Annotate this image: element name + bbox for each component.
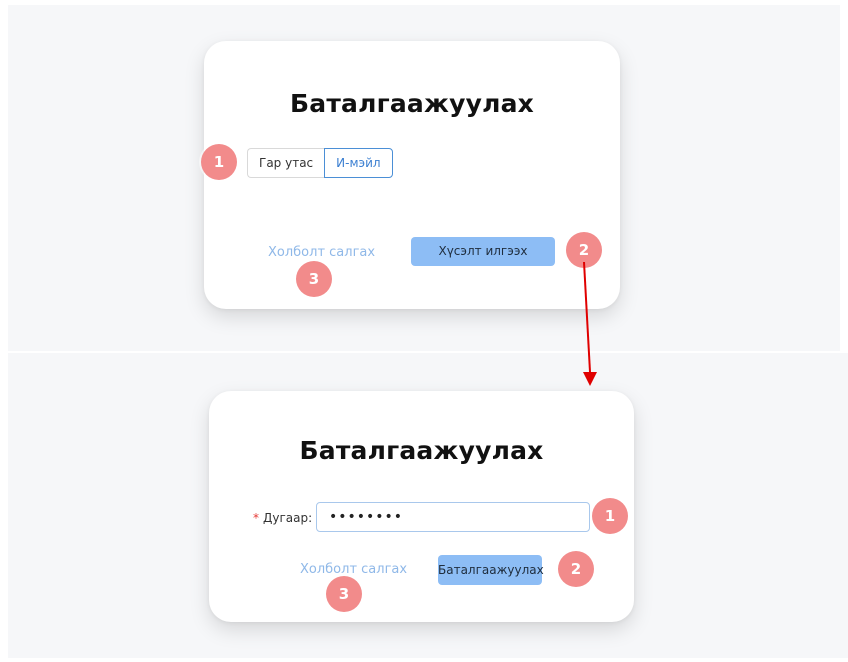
step2-badge-2: 2 [558,551,594,587]
flow-arrow-head [583,372,597,386]
number-label-text: Дугаар [263,511,309,525]
number-field-label: * Дугаар: [253,511,312,525]
flow-arrow-line [583,261,591,373]
label-colon: : [308,511,313,525]
card-title: Баталгаажуулах [299,436,544,465]
verification-card-step2: Баталгаажуулах * Дугаар: Холболт салгах Б… [209,391,634,622]
verify-button[interactable]: Баталгаажуулах [438,555,544,585]
step2-badge-3: 3 [326,576,362,612]
disconnect-link[interactable]: Холболт салгах [300,562,407,577]
number-input[interactable] [316,502,590,532]
required-mark: * [253,511,259,525]
step2-badge-1: 1 [592,498,628,534]
